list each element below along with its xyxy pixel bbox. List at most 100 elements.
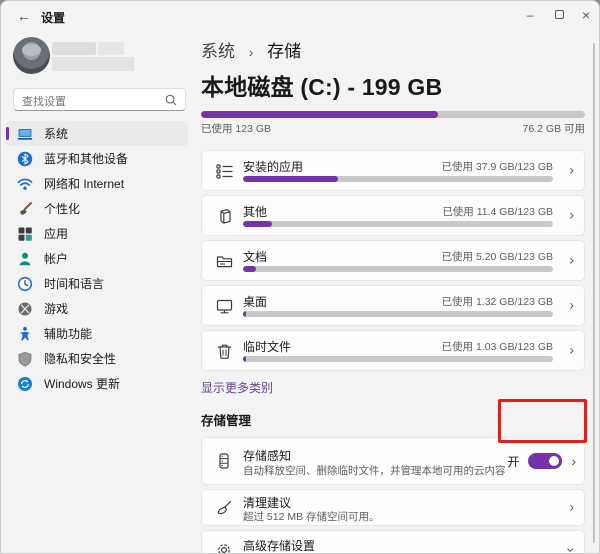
- brush-icon: [17, 201, 33, 217]
- shield-icon: [17, 351, 33, 367]
- breadcrumb: 系统 › 存储: [201, 37, 585, 62]
- person-icon: [17, 251, 33, 267]
- storage-sense-title: 存储感知: [243, 447, 291, 464]
- disk-used-label: 已使用 123 GB: [201, 121, 271, 136]
- chevron-right-icon: ›: [569, 251, 574, 267]
- category-title: 桌面: [243, 293, 267, 310]
- category-title: 安装的应用: [243, 158, 303, 175]
- sidebar-item-label: 辅助功能: [44, 325, 92, 342]
- search-icon: [164, 93, 178, 107]
- cleanup-recommendations-row[interactable]: 清理建议 超过 512 MB 存储空间可用。 ›: [201, 489, 585, 526]
- category-progressbar: [243, 311, 553, 317]
- accessibility-icon: [17, 326, 33, 342]
- user-name-redacted: [52, 42, 96, 55]
- category-row-installed-apps[interactable]: 安装的应用 已使用 37.9 GB/123 GB ›: [201, 150, 585, 191]
- clock-globe-icon: [17, 276, 33, 292]
- wifi-icon: [17, 176, 33, 192]
- category-title: 其他: [243, 203, 267, 220]
- folder-icon: [215, 252, 234, 271]
- toggle-knob: [549, 456, 559, 466]
- breadcrumb-parent[interactable]: 系统: [201, 42, 235, 61]
- back-button[interactable]: ←: [13, 6, 35, 26]
- category-usage: 已使用 1.32 GB/123 GB: [442, 294, 553, 309]
- sidebar-item-label: 个性化: [44, 200, 80, 217]
- sidebar-item-bluetooth[interactable]: 蓝牙和其他设备: [6, 146, 188, 171]
- category-usage: 已使用 11.4 GB/123 GB: [442, 204, 553, 219]
- storage-sense-row[interactable]: 存储感知 自动释放空间、删除临时文件，并管理本地可用的云内容 开 ›: [201, 437, 585, 485]
- trash-icon: [215, 342, 234, 361]
- database-icon: [215, 452, 233, 470]
- update-icon: [17, 376, 33, 392]
- installed-apps-icon: [215, 162, 234, 181]
- show-more-categories-link[interactable]: 显示更多类别: [201, 379, 273, 396]
- category-usage: 已使用 5.20 GB/123 GB: [442, 249, 553, 264]
- sidebar-item-label: 蓝牙和其他设备: [44, 150, 128, 167]
- progress-fill: [243, 221, 272, 227]
- sidebar-item-network[interactable]: 网络和 Internet: [6, 171, 188, 196]
- sidebar-item-accounts[interactable]: 帐户: [6, 246, 188, 271]
- user-email-redacted: [52, 57, 134, 71]
- box-icon: [215, 207, 234, 226]
- xbox-icon: [17, 301, 33, 317]
- category-title: 临时文件: [243, 338, 291, 355]
- category-row-documents[interactable]: 文档 已使用 5.20 GB/123 GB ›: [201, 240, 585, 281]
- category-row-temp-files[interactable]: 临时文件 已使用 1.03 GB/123 GB ›: [201, 330, 585, 371]
- system-icon: [17, 126, 33, 142]
- search-placeholder: 查找设置: [22, 93, 66, 109]
- category-row-desktop[interactable]: 桌面 已使用 1.32 GB/123 GB ›: [201, 285, 585, 326]
- sidebar-item-label: 时间和语言: [44, 275, 104, 292]
- disk-usage-fill: [201, 111, 438, 118]
- sidebar-item-label: 帐户: [44, 250, 68, 267]
- category-progressbar: [243, 221, 553, 227]
- sidebar-nav: 系统 蓝牙和其他设备 网络和 Internet 个性化 应用 帐户 时间和语言: [6, 121, 188, 396]
- settings-window: ← 设置 – × 查找设置 系统 蓝牙和其他设备 网络和 Internet 个性…: [0, 0, 600, 554]
- progress-fill: [243, 176, 338, 182]
- cleanup-subtitle: 超过 512 MB 存储空间可用。: [243, 509, 380, 524]
- storage-sense-toggle[interactable]: [528, 453, 562, 469]
- breadcrumb-current: 存储: [267, 42, 301, 61]
- sidebar-item-windows-update[interactable]: Windows 更新: [6, 371, 188, 396]
- bluetooth-icon: [17, 151, 33, 167]
- sidebar-item-gaming[interactable]: 游戏: [6, 296, 188, 321]
- sidebar-item-label: 应用: [44, 225, 68, 242]
- breadcrumb-separator-icon: ›: [249, 44, 254, 60]
- category-usage: 已使用 1.03 GB/123 GB: [442, 339, 553, 354]
- category-progressbar: [243, 176, 553, 182]
- toggle-state-label: 开: [507, 453, 519, 470]
- category-progressbar: [243, 266, 553, 272]
- chevron-right-icon: ›: [571, 453, 576, 469]
- sidebar-item-label: 系统: [44, 125, 68, 142]
- chevron-down-icon: ›: [564, 547, 580, 552]
- search-input[interactable]: 查找设置: [13, 88, 186, 111]
- sidebar-item-privacy[interactable]: 隐私和安全性: [6, 346, 188, 371]
- avatar[interactable]: [13, 37, 50, 74]
- sidebar-item-label: Windows 更新: [44, 375, 120, 392]
- progress-fill: [243, 266, 256, 272]
- chevron-right-icon: ›: [569, 206, 574, 222]
- disk-usage-bar: [201, 111, 585, 118]
- sidebar-item-apps[interactable]: 应用: [6, 221, 188, 246]
- sidebar-item-system[interactable]: 系统: [6, 121, 188, 146]
- sidebar-item-time-language[interactable]: 时间和语言: [6, 271, 188, 296]
- category-title: 文档: [243, 248, 267, 265]
- apps-icon: [17, 226, 33, 242]
- broom-icon: [215, 499, 233, 517]
- chevron-right-icon: ›: [569, 296, 574, 312]
- chevron-right-icon: ›: [569, 341, 574, 357]
- chevron-right-icon: ›: [569, 161, 574, 177]
- storage-management-header: 存储管理: [201, 410, 585, 429]
- sidebar-item-label: 网络和 Internet: [44, 175, 124, 192]
- sidebar-item-personalization[interactable]: 个性化: [6, 196, 188, 221]
- gear-icon: [215, 541, 233, 554]
- category-row-other[interactable]: 其他 已使用 11.4 GB/123 GB ›: [201, 195, 585, 236]
- sidebar-item-accessibility[interactable]: 辅助功能: [6, 321, 188, 346]
- scrollbar[interactable]: [593, 43, 595, 543]
- progress-fill: [243, 311, 246, 317]
- sidebar-item-label: 隐私和安全性: [44, 350, 116, 367]
- category-usage: 已使用 37.9 GB/123 GB: [442, 159, 553, 174]
- advanced-storage-row[interactable]: 高级存储设置 备份选项、存储空间、其他磁盘和卷 ›: [201, 530, 585, 554]
- chevron-right-icon: ›: [569, 498, 574, 514]
- app-title: 设置: [41, 9, 65, 26]
- user-name-redacted: [98, 42, 124, 55]
- page-title: 本地磁盘 (C:) - 199 GB: [201, 68, 585, 102]
